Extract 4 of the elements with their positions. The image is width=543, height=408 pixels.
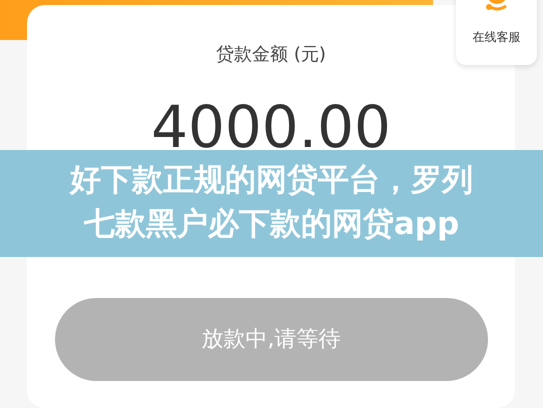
banner-title: 好下款正规的网贷平台，罗列七款黑户必下款的网贷app [0, 150, 543, 257]
customer-service-button[interactable]: 在线客服 [456, 0, 537, 65]
amount-label: 贷款金额 (元) [216, 43, 326, 67]
customer-service-label: 在线客服 [472, 29, 520, 46]
